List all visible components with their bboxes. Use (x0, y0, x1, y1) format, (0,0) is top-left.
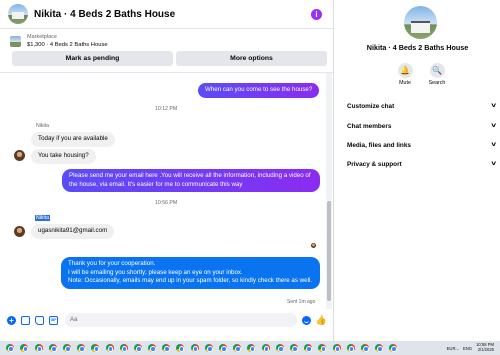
search-button[interactable]: 🔍 Search (417, 63, 457, 86)
chrome-taskbar-icon[interactable] (261, 344, 270, 352)
chrome-taskbar-icon[interactable] (162, 344, 171, 352)
section-label: Customize chat (347, 102, 395, 110)
composer: + GIF Aa 👍 (0, 309, 334, 331)
chrome-taskbar-icon[interactable] (62, 344, 71, 352)
conversation-avatar[interactable] (8, 4, 28, 24)
chrome-taskbar-icon[interactable] (247, 344, 256, 352)
chrome-taskbar-icon[interactable] (91, 344, 100, 352)
chrome-taskbar-icon[interactable] (204, 344, 213, 352)
marketplace-label: Marketplace (27, 34, 57, 40)
plus-icon[interactable]: + (7, 315, 16, 325)
chrome-taskbar-icon[interactable] (133, 344, 142, 352)
chrome-taskbar-icon[interactable] (6, 344, 15, 352)
sender-name: Nikita (35, 215, 50, 221)
chrome-taskbar-icon[interactable] (275, 344, 284, 352)
like-icon[interactable]: 👍 (316, 315, 327, 326)
message-input[interactable]: Aa (65, 313, 297, 327)
scrollbar[interactable] (326, 73, 332, 309)
chrome-taskbar-icon[interactable] (48, 344, 57, 352)
chrome-taskbar-icon[interactable] (119, 344, 128, 352)
taskbar-apps (0, 344, 398, 352)
chevron-down-icon: v (490, 161, 496, 167)
marketplace-listing[interactable]: Marketplace $1,300 · 4 Beds 2 Baths Hous… (10, 33, 108, 49)
chat-header: Nikita · 4 Beds 2 Baths House i (0, 0, 334, 29)
chrome-taskbar-icon[interactable] (20, 344, 29, 352)
chrome-taskbar-icon[interactable] (148, 344, 157, 352)
incoming-message: ugasnikita91@gmail.com (31, 224, 115, 239)
sender-avatar[interactable] (14, 226, 25, 237)
outgoing-message: Please send me your email here .You will… (62, 169, 320, 192)
system-tray: EUR... ENG 10:58 PM 2/1/2025 (447, 341, 500, 355)
currency-widget[interactable]: EUR... (447, 346, 459, 351)
timestamp: 10:56 PM (155, 200, 178, 206)
sent-status: Sent 1m ago (287, 299, 316, 305)
chrome-taskbar-icon[interactable] (318, 344, 327, 352)
outgoing-message: Thank you for your cooperation. I will b… (61, 257, 320, 289)
photo-icon[interactable] (21, 315, 30, 325)
gif-icon[interactable]: GIF (49, 315, 58, 325)
sticker-icon[interactable] (35, 315, 44, 325)
chevron-down-icon: v (490, 103, 496, 109)
emoji-icon[interactable] (301, 315, 311, 325)
chrome-taskbar-icon[interactable] (375, 344, 384, 352)
message-list[interactable]: When can you come to see the house? 10:1… (0, 72, 334, 309)
chrome-taskbar-icon[interactable] (289, 344, 298, 352)
info-icon[interactable]: i (311, 8, 322, 20)
chrome-taskbar-icon[interactable] (332, 344, 341, 352)
section-label: Privacy & support (347, 160, 402, 168)
chevron-down-icon: v (490, 142, 496, 148)
section-privacy-support[interactable]: Privacy & support v (347, 158, 496, 170)
chrome-taskbar-icon[interactable] (219, 344, 227, 352)
section-label: Chat members (347, 122, 392, 130)
chrome-taskbar-icon[interactable] (360, 344, 369, 352)
chat-title[interactable]: Nikita · 4 Beds 2 Baths House (34, 9, 311, 20)
chrome-taskbar-icon[interactable] (77, 344, 86, 352)
listing-title: $1,300 · 4 Beds 2 Baths House (27, 42, 108, 48)
more-options-button[interactable]: More options (176, 51, 327, 66)
messenger-window: Nikita · 4 Beds 2 Baths House i Marketpl… (0, 0, 500, 341)
sender-avatar[interactable] (14, 150, 25, 161)
outgoing-message: When can you come to see the house? (198, 83, 320, 98)
section-label: Media, files and links (347, 141, 411, 149)
search-label: Search (428, 80, 446, 86)
chevron-down-icon: v (490, 123, 496, 129)
sender-name: Nikita (36, 123, 49, 129)
listing-thumbnail (10, 35, 21, 47)
read-receipt-avatar (311, 243, 316, 248)
chrome-taskbar-icon[interactable] (346, 344, 355, 352)
chrome-taskbar-icon[interactable] (176, 344, 185, 352)
chrome-taskbar-icon[interactable] (190, 344, 199, 352)
conversation-avatar-large[interactable] (404, 6, 437, 39)
mark-as-pending-button[interactable]: Mark as pending (12, 51, 173, 66)
search-icon: 🔍 (429, 63, 445, 78)
clock-date: 2/1/2025 (477, 347, 494, 352)
incoming-message: Today if you are available (31, 132, 115, 147)
timestamp: 10:12 PM (155, 106, 178, 112)
conversation-info-pane: Nikita · 4 Beds 2 Baths House 🔔 Mute 🔍 S… (335, 0, 500, 341)
chrome-taskbar-icon[interactable] (389, 344, 398, 352)
taskbar: EUR... ENG 10:58 PM 2/1/2025 (0, 341, 500, 355)
section-media-files-links[interactable]: Media, files and links v (347, 139, 496, 151)
scrollbar-thumb[interactable] (327, 201, 331, 301)
incoming-message: You take housing? (31, 149, 96, 164)
language-indicator[interactable]: ENG (463, 346, 472, 351)
bell-icon: 🔔 (397, 63, 413, 78)
chat-pane: Nikita · 4 Beds 2 Baths House i Marketpl… (0, 0, 334, 341)
section-customize-chat[interactable]: Customize chat v (347, 100, 496, 112)
clock[interactable]: 10:58 PM 2/1/2025 (476, 343, 494, 352)
chrome-taskbar-icon[interactable] (105, 344, 114, 352)
chrome-taskbar-icon[interactable] (34, 344, 43, 352)
chrome-taskbar-icon[interactable] (233, 344, 242, 352)
conversation-name: Nikita · 4 Beds 2 Baths House (366, 43, 469, 52)
chrome-taskbar-icon[interactable] (304, 344, 313, 352)
section-chat-members[interactable]: Chat members v (347, 120, 496, 132)
